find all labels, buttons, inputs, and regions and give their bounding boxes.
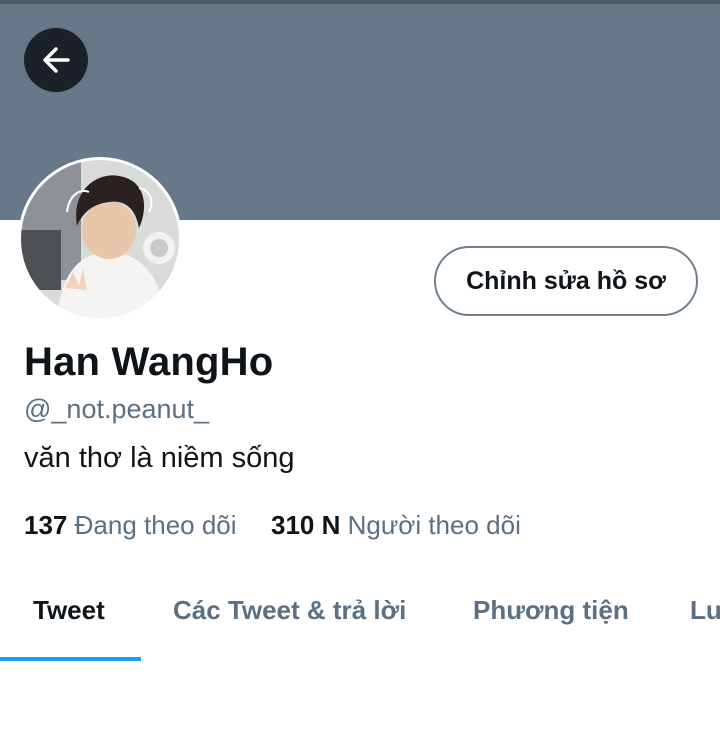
active-tab-indicator: [0, 657, 141, 661]
following-link[interactable]: 137 Đang theo dõi: [24, 510, 244, 540]
user-handle: @_not.peanut_: [24, 394, 210, 424]
tab-tweets[interactable]: Tweet: [33, 595, 105, 626]
profile-tabs: Tweet Các Tweet & trả lời Phương tiện Lu: [0, 575, 720, 661]
avatar[interactable]: [18, 157, 182, 321]
edit-profile-button[interactable]: Chỉnh sửa hồ sơ: [434, 246, 698, 316]
back-button[interactable]: [24, 28, 88, 92]
arrow-left-icon: [43, 47, 70, 73]
followers-label: Người theo dõi: [347, 510, 521, 540]
display-name: Han WangHo: [24, 340, 274, 384]
tab-likes[interactable]: Lu: [690, 595, 720, 626]
followers-link[interactable]: 310 N Người theo dõi: [271, 510, 521, 540]
profile-bio: văn thơ là niềm sống: [24, 442, 295, 474]
profile-photo: [21, 160, 179, 318]
followers-count: 310 N: [271, 510, 341, 540]
tab-media[interactable]: Phương tiện: [473, 595, 629, 626]
tab-tweets-and-replies[interactable]: Các Tweet & trả lời: [173, 595, 406, 626]
follow-stats: 137 Đang theo dõi 310 N Người theo dõi: [24, 510, 521, 541]
following-count: 137: [24, 510, 68, 540]
following-label: Đang theo dõi: [74, 510, 237, 540]
